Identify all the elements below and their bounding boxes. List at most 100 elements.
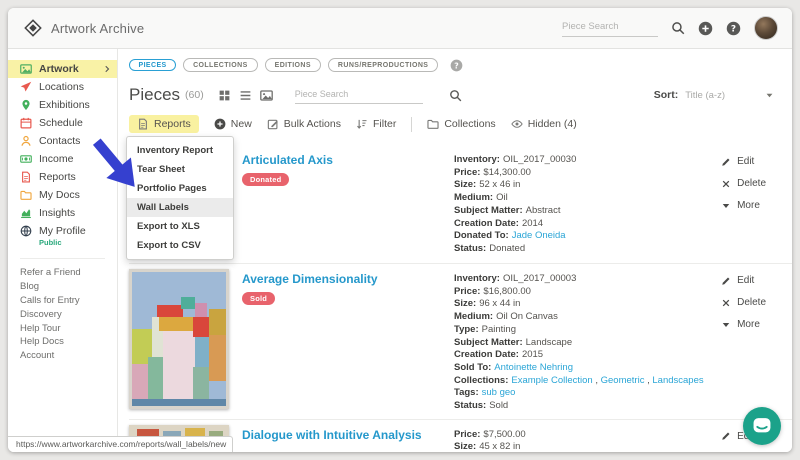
add-icon[interactable]	[698, 21, 713, 36]
page-header: Pieces (60) Sort: Title (a-z)	[129, 83, 792, 107]
piece-row: Average DimensionalitySoldInventory:OIL_…	[129, 264, 792, 420]
sidebar-item-label: Locations	[39, 81, 84, 93]
menu-item-wall-labels[interactable]: Wall Labels	[127, 198, 233, 217]
document-icon	[20, 171, 32, 183]
sidebar-item-insights[interactable]: Insights	[8, 204, 117, 222]
image-view-icon[interactable]	[260, 89, 273, 102]
avatar[interactable]	[754, 16, 778, 40]
sidebar-item-income[interactable]: Income	[8, 150, 117, 168]
sidebar-link-account[interactable]: Account	[8, 349, 117, 363]
detail-label: Sold To:	[454, 362, 491, 373]
detail-line: Medium:Oil On Canvas	[454, 311, 706, 322]
menu-item-portfolio-pages[interactable]: Portfolio Pages	[127, 179, 233, 198]
piece-title-link[interactable]: Articulated Axis	[242, 153, 454, 167]
collections-button[interactable]: Collections	[427, 118, 495, 130]
tabs-help-icon[interactable]: ?	[450, 59, 463, 72]
detail-line: Subject Matter:Landscape	[454, 337, 706, 348]
detail-link[interactable]: Landscapes	[652, 375, 703, 386]
sort-control[interactable]: Sort: Title (a-z)	[654, 89, 774, 101]
detail-line: Creation Date:2015	[454, 349, 706, 360]
reports-button[interactable]: Reports Inventory ReportTear SheetPortfo…	[129, 115, 199, 133]
detail-label: Price:	[454, 286, 480, 297]
view-switcher	[218, 89, 273, 102]
search-icon[interactable]	[671, 21, 685, 35]
detail-link[interactable]: Antoinette Nehring	[494, 362, 573, 373]
new-button[interactable]: New	[214, 118, 252, 130]
global-piece-search-input[interactable]	[562, 19, 658, 37]
filter-button[interactable]: Filter	[356, 118, 396, 130]
detail-value: $16,800.00	[483, 286, 531, 297]
tab-runs-reproductions[interactable]: RUNS/REPRODUCTIONS	[328, 58, 438, 72]
sidebar-item-reports[interactable]: Reports	[8, 168, 117, 186]
sidebar-item-exhibitions[interactable]: Exhibitions	[8, 96, 117, 114]
caret-down-icon	[721, 201, 731, 211]
detail-line: Status:Donated	[454, 243, 706, 254]
tab-pieces[interactable]: PIECES	[129, 59, 176, 72]
menu-item-export-to-csv[interactable]: Export to CSV	[127, 236, 233, 255]
piece-summary: Average DimensionalitySold	[242, 269, 454, 413]
sidebar-link-help-docs[interactable]: Help Docs	[8, 335, 117, 349]
sidebar-link-refer-a-friend[interactable]: Refer a Friend	[8, 266, 117, 280]
piece-title-link[interactable]: Dialogue with Intuitive Analysis	[242, 428, 454, 442]
sidebar-item-locations[interactable]: Locations	[8, 78, 117, 96]
sort-label: Sort:	[654, 89, 679, 101]
detail-link[interactable]: Example Collection	[511, 375, 592, 386]
help-icon[interactable]: ?	[726, 21, 741, 36]
bulk-actions-button[interactable]: Bulk Actions	[267, 118, 341, 130]
x-icon	[721, 179, 731, 189]
detail-value: Oil	[496, 192, 508, 203]
detail-link[interactable]: Geometric	[601, 375, 645, 386]
sidebar-link-blog[interactable]: Blog	[8, 280, 117, 294]
detail-line: Size:45 x 82 in	[454, 441, 706, 452]
detail-label: Subject Matter:	[454, 205, 523, 216]
detail-line: Inventory:OIL_2017_00003	[454, 273, 706, 284]
sidebar-item-schedule[interactable]: Schedule	[8, 114, 117, 132]
detail-label: Size:	[454, 179, 476, 190]
detail-value: Donated	[489, 243, 525, 254]
more-action[interactable]: More	[721, 319, 766, 330]
detail-value: Landscape	[526, 337, 572, 348]
tab-editions[interactable]: EDITIONS	[265, 58, 321, 72]
menu-item-export-to-xls[interactable]: Export to XLS	[127, 217, 233, 236]
detail-link[interactable]: sub geo	[482, 387, 516, 398]
sidebar-link-discovery[interactable]: Discovery	[8, 307, 117, 321]
sidebar-link-calls-for-entry[interactable]: Calls for Entry	[8, 294, 117, 308]
artwork-thumbnail[interactable]	[129, 269, 229, 409]
detail-value: Sold	[489, 400, 508, 411]
detail-label: Price:	[454, 167, 480, 178]
detail-label: Price:	[454, 429, 480, 440]
edit-action[interactable]: Edit	[721, 156, 766, 167]
send-icon	[20, 81, 32, 93]
search-icon[interactable]	[449, 89, 462, 102]
action-label: Delete	[737, 178, 766, 189]
sidebar-divider	[20, 258, 105, 259]
detail-value: 2015	[522, 349, 543, 360]
list-view-icon[interactable]	[239, 89, 252, 102]
detail-value: 45 x 82 in	[479, 441, 520, 452]
sidebar-link-help-tour[interactable]: Help Tour	[8, 321, 117, 335]
piece-title-link[interactable]: Average Dimensionality	[242, 272, 454, 286]
edit-action[interactable]: Edit	[721, 275, 766, 286]
detail-link[interactable]: Jade Oneida	[512, 230, 566, 241]
menu-item-inventory-report[interactable]: Inventory Report	[127, 141, 233, 160]
grid-view-icon[interactable]	[218, 89, 231, 102]
more-action[interactable]: More	[721, 200, 766, 211]
hidden-button[interactable]: Hidden (4)	[511, 118, 577, 130]
detail-line: Price:$16,800.00	[454, 286, 706, 297]
sidebar-item-artwork[interactable]: Artwork	[8, 60, 117, 78]
sidebar-item-my-docs[interactable]: My Docs	[8, 186, 117, 204]
menu-item-tear-sheet[interactable]: Tear Sheet	[127, 160, 233, 179]
topbar-actions: ?	[562, 16, 778, 40]
delete-action[interactable]: Delete	[721, 297, 766, 308]
detail-line: Donated To:Jade Oneida	[454, 230, 706, 241]
brand-name: Artwork Archive	[51, 21, 144, 36]
detail-value: 52 x 46 in	[479, 179, 520, 190]
detail-label: Size:	[454, 298, 476, 309]
delete-action[interactable]: Delete	[721, 178, 766, 189]
piece-search-input[interactable]	[295, 87, 423, 104]
sidebar-item-contacts[interactable]: Contacts	[8, 132, 117, 150]
sidebar-item-label: My Docs	[39, 189, 80, 201]
chat-button[interactable]	[743, 407, 781, 445]
tab-collections[interactable]: COLLECTIONS	[183, 58, 258, 72]
artwork-archive-logo-icon[interactable]	[24, 19, 42, 37]
